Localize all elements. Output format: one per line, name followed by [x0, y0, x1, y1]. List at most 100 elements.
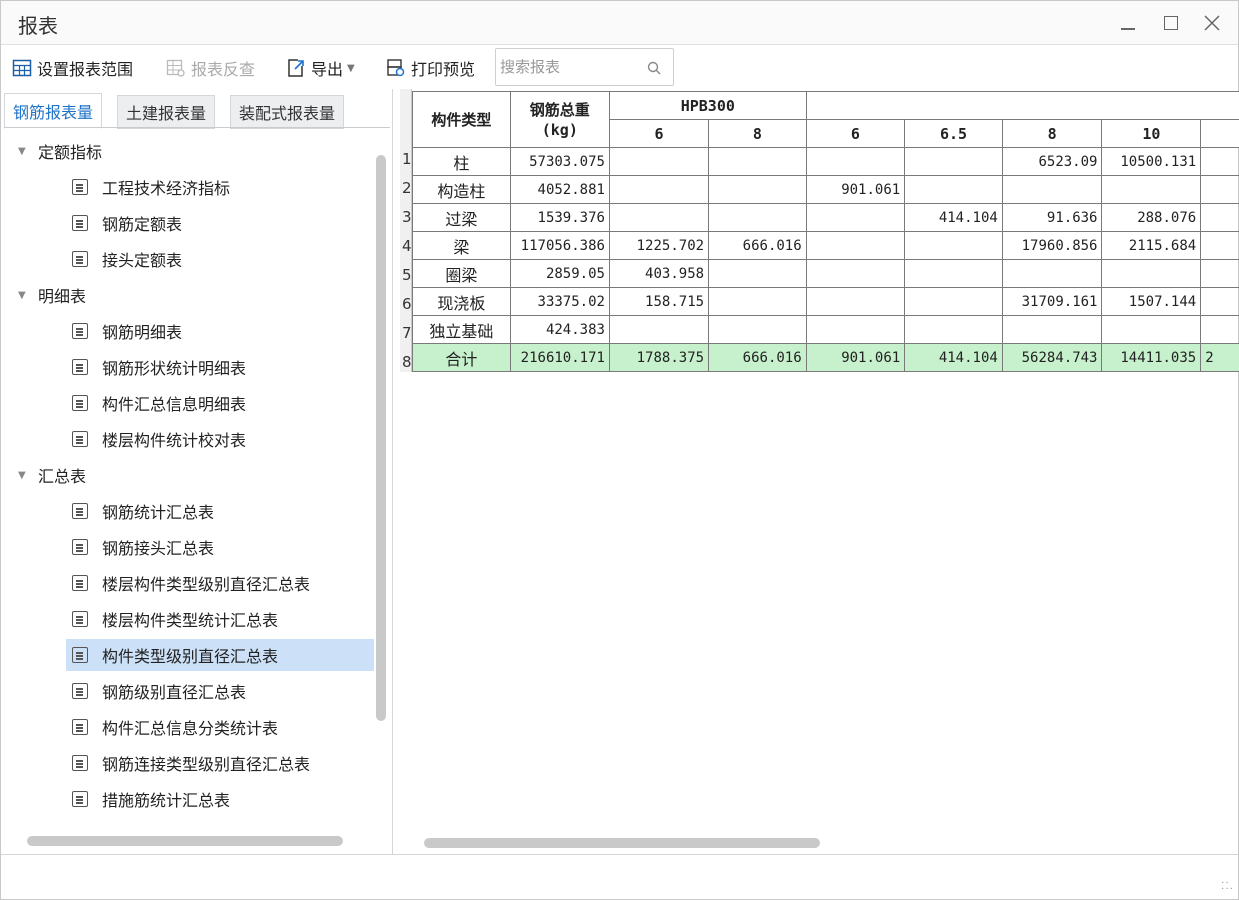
cell-value[interactable]: 403.958	[608, 259, 710, 288]
cell-total[interactable]: 57303.075	[509, 147, 610, 176]
tab-civil-report[interactable]: 土建报表量	[117, 95, 216, 129]
tree-item[interactable]: 钢筋连接类型级别直径汇总表	[66, 747, 374, 779]
cell-type[interactable]: 过梁	[412, 203, 511, 232]
cell-value[interactable]	[708, 203, 807, 232]
search-icon[interactable]	[647, 60, 661, 79]
cell-value[interactable]	[904, 259, 1003, 288]
cell-value[interactable]	[608, 203, 710, 232]
cell-value[interactable]: 1507.144	[1101, 287, 1202, 316]
table-row[interactable]: 独立基础 424.383	[412, 315, 1239, 344]
tree-item[interactable]: 钢筋统计汇总表	[66, 495, 374, 527]
cell-value[interactable]: 414.104	[904, 203, 1003, 232]
maximize-button[interactable]	[1156, 9, 1186, 37]
tree-group-detail[interactable]: ▼ 明细表	[4, 279, 86, 311]
cell-value[interactable]	[1001, 315, 1103, 344]
tree-item[interactable]: 措施筋统计汇总表	[66, 783, 374, 815]
cell-value[interactable]	[708, 175, 807, 204]
tree-item[interactable]: 钢筋明细表	[66, 315, 374, 347]
cell-value[interactable]	[904, 287, 1003, 316]
cell-value[interactable]	[1200, 259, 1239, 288]
cell-type[interactable]: 圈梁	[412, 259, 511, 288]
cell-value[interactable]: 666.016	[708, 343, 807, 372]
table-row[interactable]: 圈梁 2859.05 403.958	[412, 259, 1239, 288]
cell-value[interactable]	[1200, 175, 1239, 204]
cell-total[interactable]: 1539.376	[509, 203, 610, 232]
cell-value[interactable]: 17960.856	[1001, 231, 1103, 260]
cell-value[interactable]	[1200, 231, 1239, 260]
cell-value[interactable]	[1200, 287, 1239, 316]
cell-value[interactable]	[708, 287, 807, 316]
cell-value[interactable]	[608, 147, 710, 176]
cell-total[interactable]: 117056.386	[509, 231, 610, 260]
cell-value[interactable]	[1101, 175, 1202, 204]
cell-value[interactable]	[805, 203, 906, 232]
chevron-down-icon[interactable]: ▼	[18, 146, 38, 157]
cell-value[interactable]	[904, 147, 1003, 176]
minimize-button[interactable]	[1113, 9, 1143, 37]
cell-type[interactable]: 构造柱	[412, 175, 511, 204]
cell-value[interactable]	[1001, 175, 1103, 204]
cell-value[interactable]	[608, 315, 710, 344]
cell-total[interactable]: 2859.05	[509, 259, 610, 288]
cell-value[interactable]	[904, 315, 1003, 344]
cell-value[interactable]	[1200, 203, 1239, 232]
tree-item[interactable]: 钢筋形状统计明细表	[66, 351, 374, 383]
cell-total[interactable]: 216610.171	[509, 343, 610, 372]
cell-value[interactable]: 91.636	[1001, 203, 1103, 232]
cell-value[interactable]	[608, 175, 710, 204]
cell-value[interactable]	[904, 175, 1003, 204]
tree-item[interactable]: 楼层构件统计校对表	[66, 423, 374, 455]
chevron-down-icon[interactable]: ▼	[347, 63, 355, 74]
cell-value[interactable]: 56284.743	[1001, 343, 1103, 372]
tree-horizontal-scrollbar[interactable]	[27, 836, 343, 846]
tree-item[interactable]: 钢筋定额表	[66, 207, 374, 239]
cell-type[interactable]: 柱	[412, 147, 511, 176]
cell-value[interactable]	[708, 315, 807, 344]
table-horizontal-scrollbar[interactable]	[424, 838, 820, 848]
chevron-down-icon[interactable]: ▼	[18, 290, 38, 301]
cell-value[interactable]: 10500.131	[1101, 147, 1202, 176]
chevron-down-icon[interactable]: ▼	[18, 470, 38, 481]
tree-item[interactable]: 楼层构件类型统计汇总表	[66, 603, 374, 635]
print-preview-button[interactable]: 打印预览	[385, 56, 475, 80]
table-row[interactable]: 过梁 1539.376 414.104 91.636 288.076	[412, 203, 1239, 232]
cell-value[interactable]	[805, 287, 906, 316]
tab-rebar-report[interactable]: 钢筋报表量	[4, 93, 103, 129]
cell-type[interactable]: 合计	[412, 343, 511, 372]
cell-value[interactable]	[1101, 315, 1202, 344]
cell-value[interactable]	[805, 259, 906, 288]
cell-value[interactable]	[1101, 259, 1202, 288]
search-input[interactable]	[500, 56, 640, 78]
cell-value[interactable]: 6523.09	[1001, 147, 1103, 176]
cell-value[interactable]: 14411.035	[1101, 343, 1202, 372]
cell-value[interactable]: 158.715	[608, 287, 710, 316]
tree-item[interactable]: 钢筋级别直径汇总表	[66, 675, 374, 707]
cell-value[interactable]	[805, 147, 906, 176]
table-total-row[interactable]: 合计 216610.171 1788.375 666.016 901.061 4…	[412, 343, 1239, 372]
cell-value[interactable]: 288.076	[1101, 203, 1202, 232]
tree-item-selected[interactable]: 构件类型级别直径汇总表	[66, 639, 374, 671]
cell-value[interactable]	[805, 315, 906, 344]
cell-value[interactable]: 901.061	[805, 343, 906, 372]
export-button[interactable]: 导出 ▼	[285, 56, 355, 80]
cell-value[interactable]: 1225.702	[608, 231, 710, 260]
tree-item[interactable]: 工程技术经济指标	[66, 171, 374, 203]
table-row[interactable]: 构造柱 4052.881 901.061	[412, 175, 1239, 204]
cell-value[interactable]	[805, 231, 906, 260]
tree-vertical-scrollbar[interactable]	[376, 155, 386, 721]
set-range-button[interactable]: 设置报表范围	[11, 56, 133, 80]
cell-type[interactable]: 梁	[412, 231, 511, 260]
cell-type[interactable]: 现浇板	[412, 287, 511, 316]
cell-value[interactable]: 2115.684	[1101, 231, 1202, 260]
tree-item[interactable]: 构件汇总信息明细表	[66, 387, 374, 419]
tree-item[interactable]: 构件汇总信息分类统计表	[66, 711, 374, 743]
close-button[interactable]	[1197, 9, 1227, 37]
tab-prefab-report[interactable]: 装配式报表量	[230, 95, 345, 129]
cell-type[interactable]: 独立基础	[412, 315, 511, 344]
table-row[interactable]: 梁 117056.386 1225.702 666.016 17960.856 …	[412, 231, 1239, 260]
cell-value[interactable]	[904, 231, 1003, 260]
reverse-check-button[interactable]: 报表反查	[165, 56, 255, 80]
cell-value[interactable]: 901.061	[805, 175, 906, 204]
cell-total[interactable]: 4052.881	[509, 175, 610, 204]
resize-grip-icon[interactable]: · · · · ·	[1221, 879, 1233, 895]
